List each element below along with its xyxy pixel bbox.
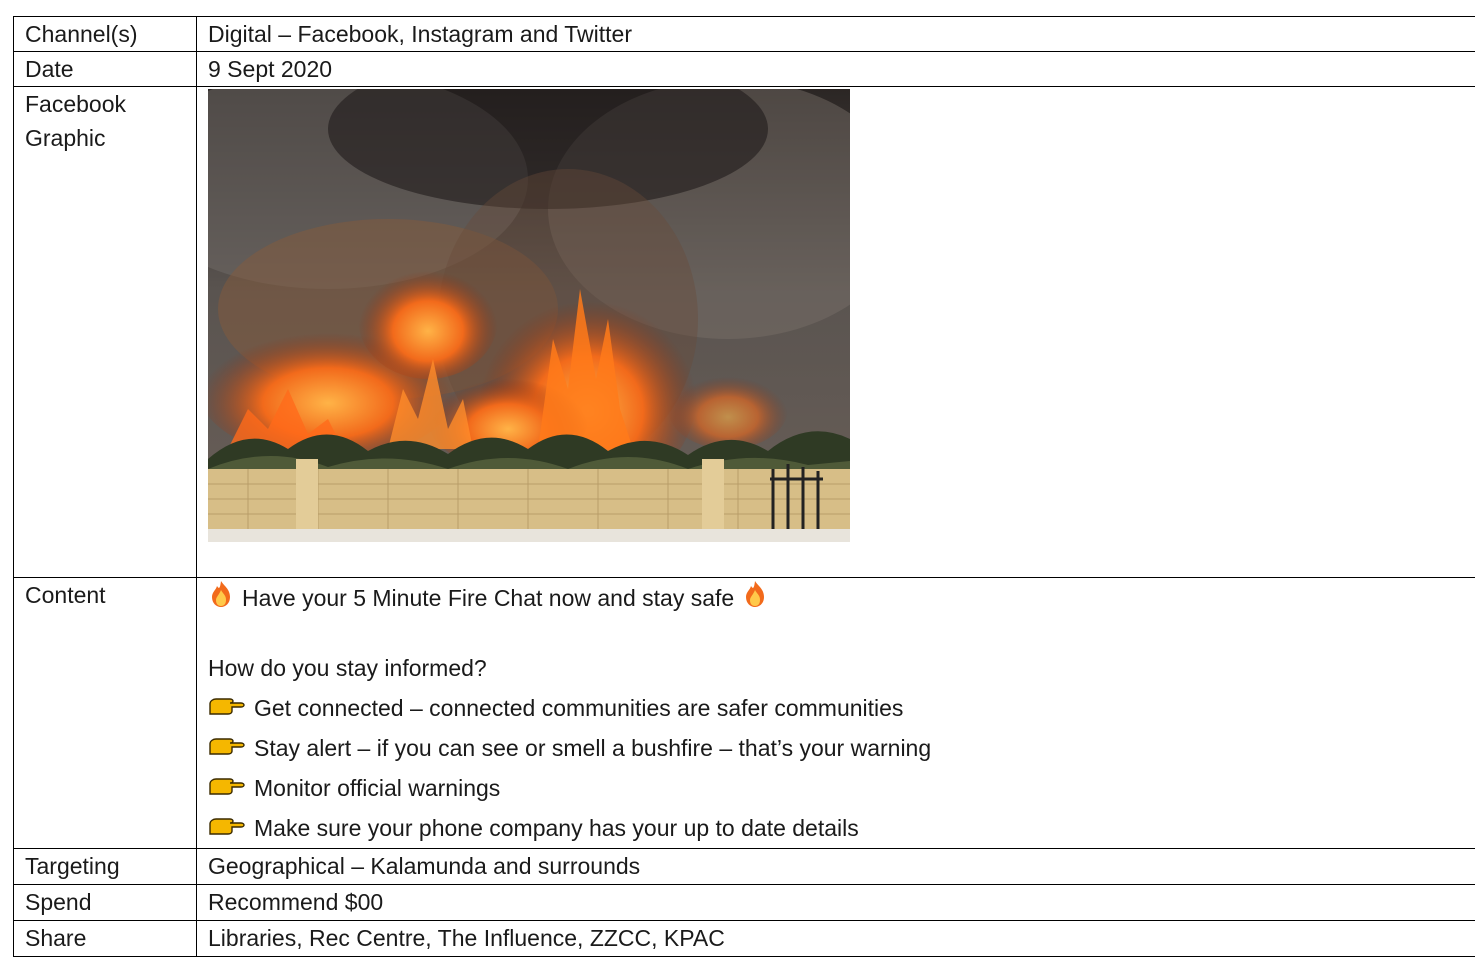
row-targeting: Targeting Geographical – Kalamunda and s… (13, 848, 1475, 885)
content-point: Get connected – connected communities ar… (208, 688, 1475, 728)
brief-table: Channel(s) Digital – Facebook, Instagram… (13, 16, 1475, 957)
backhand-index-pointing-right-emoji-icon (208, 771, 246, 805)
row-date: Date 9 Sept 2020 (13, 51, 1475, 87)
row-channel: Channel(s) Digital – Facebook, Instagram… (13, 16, 1475, 52)
fire-emoji-icon (742, 580, 768, 617)
bushfire-photo (208, 89, 850, 542)
content-point-text: Make sure your phone company has your up… (254, 815, 859, 841)
backhand-index-pointing-right-emoji-icon (208, 811, 246, 845)
content-point-text: Monitor official warnings (254, 775, 501, 801)
row-spend: Spend Recommend $00 (13, 884, 1475, 921)
backhand-index-pointing-right-emoji-icon (208, 691, 246, 725)
row-share: Share Libraries, Rec Centre, The Influen… (13, 920, 1475, 957)
row-content: Content Have your 5 Minute Fire Chat now… (13, 577, 1475, 849)
channel-value: Digital – Facebook, Instagram and Twitte… (196, 16, 1475, 52)
content-question-line: How do you stay informed? (208, 648, 1475, 688)
content-point-text: Stay alert – if you can see or smell a b… (254, 735, 932, 761)
graphic-label-line2: Graphic (25, 125, 106, 151)
graphic-cell (196, 86, 1475, 578)
content-cell: Have your 5 Minute Fire Chat now and sta… (196, 577, 1475, 849)
content-point: Make sure your phone company has your up… (208, 808, 1475, 848)
content-question: How do you stay informed? (208, 655, 487, 681)
content-headline-line: Have your 5 Minute Fire Chat now and sta… (208, 578, 1475, 618)
targeting-value: Geographical – Kalamunda and surrounds (196, 848, 1475, 885)
graphic-label-line1: Facebook (25, 91, 127, 117)
content-point-text: Get connected – connected communities ar… (254, 695, 904, 721)
channel-label: Channel(s) (13, 16, 197, 52)
date-label: Date (13, 51, 197, 87)
content-point: Monitor official warnings (208, 768, 1475, 808)
row-graphic: Facebook Graphic (13, 86, 1475, 578)
share-label: Share (13, 920, 197, 957)
fire-emoji-icon (208, 580, 234, 617)
graphic-label-cell: Facebook Graphic (13, 86, 197, 578)
content-headline: Have your 5 Minute Fire Chat now and sta… (242, 585, 735, 611)
share-value: Libraries, Rec Centre, The Influence, ZZ… (196, 920, 1475, 957)
targeting-label: Targeting (13, 848, 197, 885)
date-value: 9 Sept 2020 (196, 51, 1475, 87)
content-point: Stay alert – if you can see or smell a b… (208, 728, 1475, 768)
content-label: Content (13, 577, 197, 849)
spend-label: Spend (13, 884, 197, 921)
spend-value: Recommend $00 (196, 884, 1475, 921)
backhand-index-pointing-right-emoji-icon (208, 731, 246, 765)
